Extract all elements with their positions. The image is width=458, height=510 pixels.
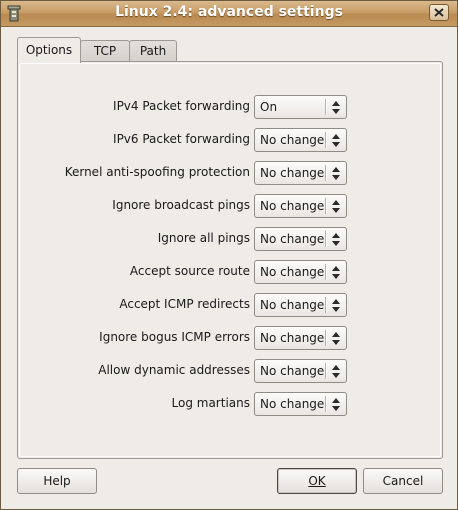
setting-select-ipv6-packet-forwarding[interactable]: No change	[254, 128, 347, 152]
setting-row-allow-dynamic-addresses: Allow dynamic addresses No change	[18, 359, 444, 383]
updown-arrows-icon	[332, 299, 340, 312]
select-value: No change	[260, 397, 325, 411]
updown-arrows-icon	[332, 200, 340, 213]
setting-select-log-martians[interactable]: No change	[254, 392, 347, 416]
select-divider	[325, 198, 327, 214]
select-divider	[325, 264, 327, 280]
settings-dialog: Linux 2.4: advanced settings Options TCP…	[0, 0, 458, 510]
setting-label: Ignore broadcast pings	[112, 198, 250, 212]
select-value: No change	[260, 364, 325, 378]
cancel-button-label: Cancel	[382, 474, 424, 488]
updown-arrows-icon	[332, 398, 340, 411]
ok-button-label: OK	[308, 474, 326, 488]
select-value: No change	[260, 265, 325, 279]
select-value: No change	[260, 166, 325, 180]
close-icon	[434, 8, 444, 17]
help-button[interactable]: Help	[17, 468, 97, 494]
select-divider	[325, 132, 327, 148]
select-value: No change	[260, 331, 325, 345]
tab-options[interactable]: Options	[17, 37, 81, 63]
select-value: On	[260, 100, 278, 114]
ok-button[interactable]: OK	[277, 468, 357, 494]
setting-select-ignore-bogus-icmp-errors[interactable]: No change	[254, 326, 347, 350]
select-value: No change	[260, 199, 325, 213]
setting-row-ipv6-packet-forwarding: IPv6 Packet forwarding No change	[18, 128, 444, 152]
setting-row-log-martians: Log martians No change	[18, 392, 444, 416]
setting-label: Ignore bogus ICMP errors	[99, 330, 250, 344]
updown-arrows-icon	[332, 365, 340, 378]
updown-arrows-icon	[332, 167, 340, 180]
setting-label: Accept ICMP redirects	[119, 297, 250, 311]
setting-row-ignore-broadcast-pings: Ignore broadcast pings No change	[18, 194, 444, 218]
select-value: No change	[260, 298, 325, 312]
updown-arrows-icon	[332, 233, 340, 246]
setting-label: Log martians	[171, 396, 250, 410]
select-divider	[325, 297, 327, 313]
setting-label: IPv4 Packet forwarding	[113, 99, 250, 113]
setting-row-kernel-anti-spoofing-protection: Kernel anti-spoofing protection No change	[18, 161, 444, 185]
updown-arrows-icon	[332, 134, 340, 147]
close-button[interactable]	[429, 4, 449, 21]
updown-arrows-icon	[332, 101, 340, 114]
select-divider	[325, 231, 327, 247]
setting-select-accept-icmp-redirects[interactable]: No change	[254, 293, 347, 317]
select-divider	[325, 363, 327, 379]
setting-select-kernel-anti-spoofing-protection[interactable]: No change	[254, 161, 347, 185]
select-value: No change	[260, 232, 325, 246]
setting-select-accept-source-route[interactable]: No change	[254, 260, 347, 284]
setting-row-accept-source-route: Accept source route No change	[18, 260, 444, 284]
select-divider	[325, 99, 327, 115]
setting-select-ipv4-packet-forwarding[interactable]: On	[254, 95, 347, 119]
setting-label: IPv6 Packet forwarding	[113, 132, 250, 146]
updown-arrows-icon	[332, 332, 340, 345]
setting-select-ignore-broadcast-pings[interactable]: No change	[254, 194, 347, 218]
cancel-button[interactable]: Cancel	[363, 468, 443, 494]
tab-tcp[interactable]: TCP	[80, 40, 130, 62]
select-divider	[325, 396, 327, 412]
select-divider	[325, 330, 327, 346]
select-value: No change	[260, 133, 325, 147]
window-title: Linux 2.4: advanced settings	[115, 4, 343, 20]
tab-path[interactable]: Path	[129, 40, 177, 62]
setting-label: Accept source route	[129, 264, 250, 278]
setting-row-ignore-all-pings: Ignore all pings No change	[18, 227, 444, 251]
updown-arrows-icon	[332, 266, 340, 279]
setting-select-allow-dynamic-addresses[interactable]: No change	[254, 359, 347, 383]
setting-row-accept-icmp-redirects: Accept ICMP redirects No change	[18, 293, 444, 317]
setting-row-ipv4-packet-forwarding: IPv4 Packet forwarding On	[18, 95, 444, 119]
setting-select-ignore-all-pings[interactable]: No change	[254, 227, 347, 251]
setting-label: Allow dynamic addresses	[98, 363, 250, 377]
setting-label: Kernel anti-spoofing protection	[64, 165, 250, 179]
options-panel: IPv4 Packet forwarding On IPv6 Packet forw…	[17, 61, 443, 459]
setting-row-ignore-bogus-icmp-errors: Ignore bogus ICMP errors No change	[18, 326, 444, 350]
title-bar[interactable]: Linux 2.4: advanced settings	[1, 1, 457, 27]
select-divider	[325, 165, 327, 181]
setting-label: Ignore all pings	[157, 231, 250, 245]
